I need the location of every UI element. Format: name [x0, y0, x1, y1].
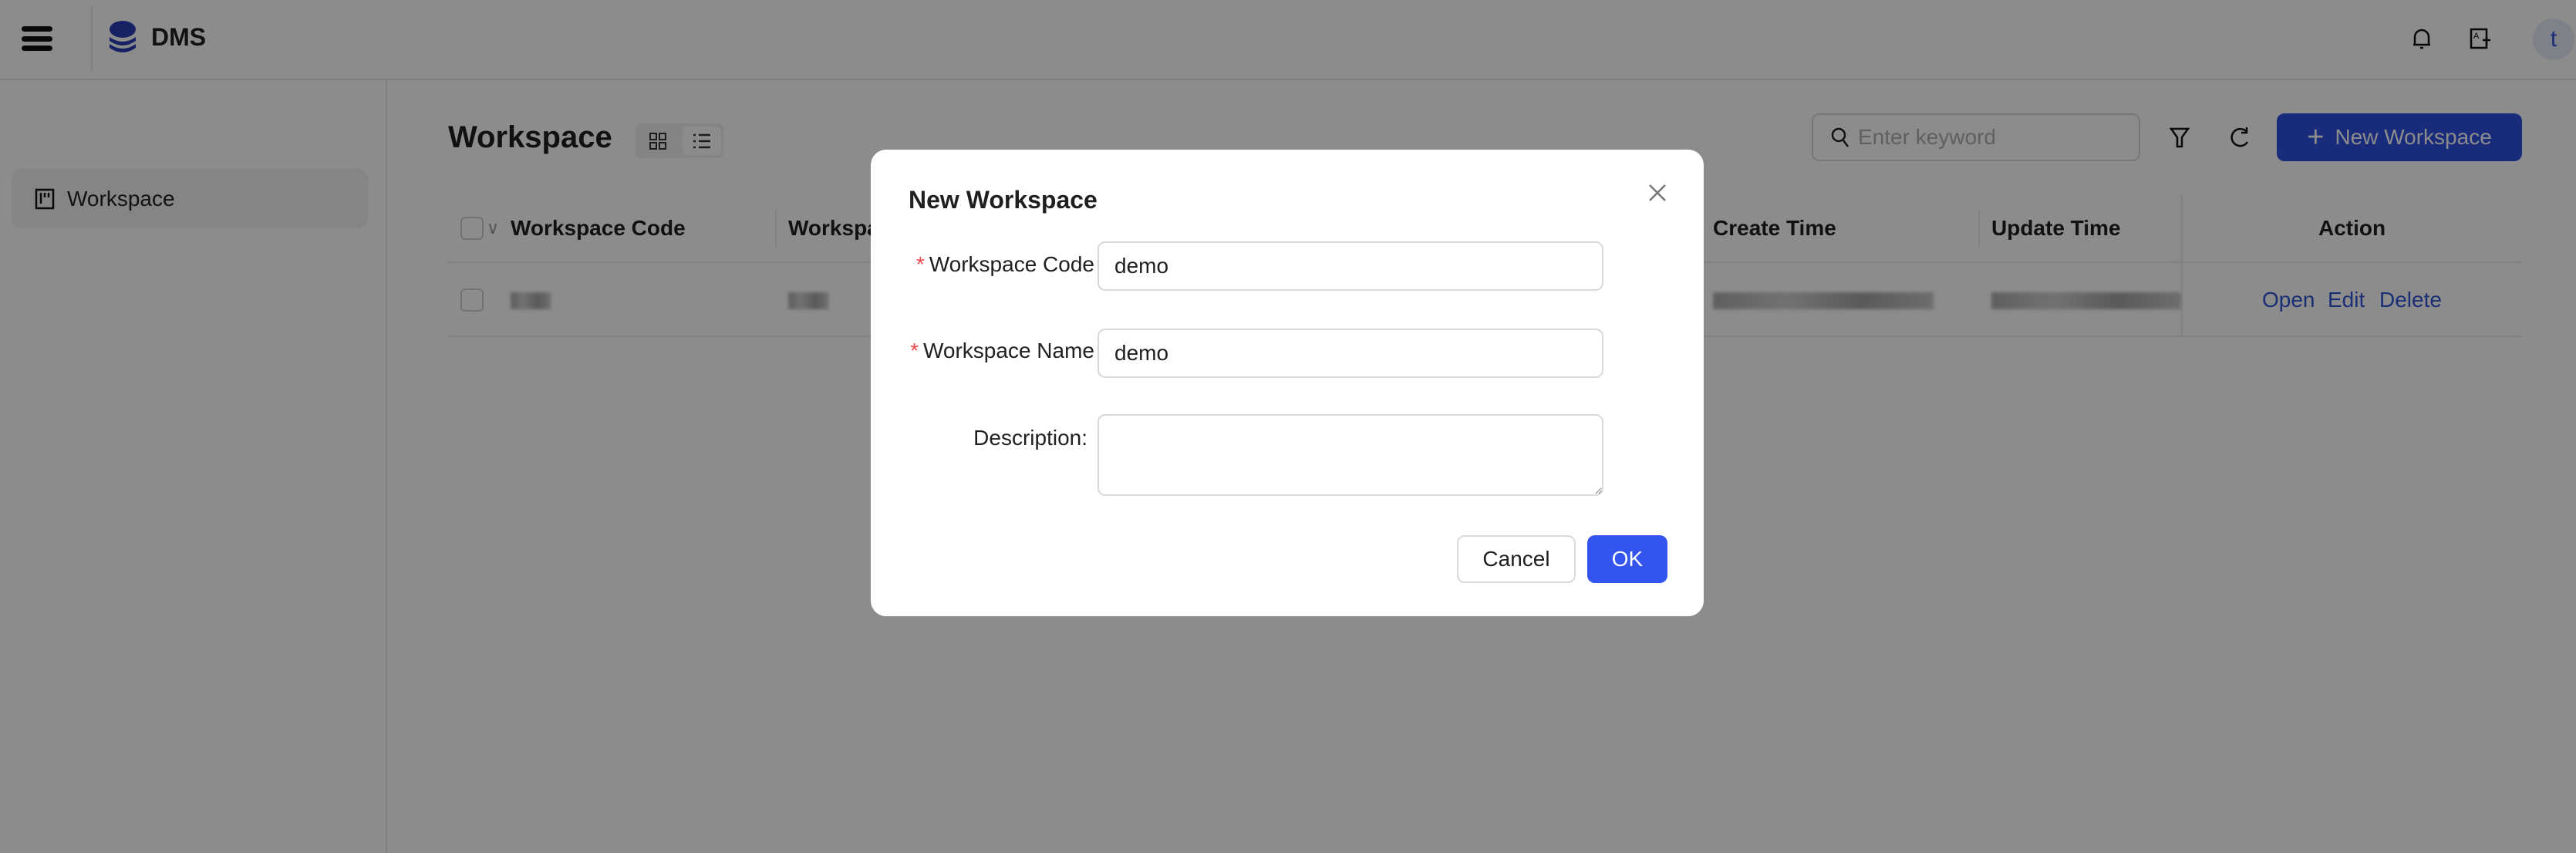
workspace-name-input[interactable] — [1097, 329, 1603, 378]
workspace-code-input[interactable] — [1097, 241, 1603, 291]
description-label: Description: — [973, 426, 1087, 450]
label-text: Workspace Code — [929, 252, 1094, 276]
cancel-button[interactable]: Cancel — [1457, 535, 1576, 583]
dialog-title: New Workspace — [909, 186, 1097, 214]
workspace-name-label: * Workspace Name — [871, 339, 1094, 363]
required-mark: * — [915, 252, 925, 276]
required-mark: * — [910, 339, 919, 362]
description-textarea[interactable] — [1097, 414, 1603, 496]
workspace-code-label: * Workspace Code — [871, 252, 1094, 277]
new-workspace-dialog: New Workspace *Workspace Code *Workspace… — [871, 150, 1704, 616]
label-text: Workspace Name — [922, 339, 1094, 362]
close-icon[interactable] — [1642, 177, 1673, 208]
ok-button[interactable]: OK — [1587, 535, 1667, 583]
